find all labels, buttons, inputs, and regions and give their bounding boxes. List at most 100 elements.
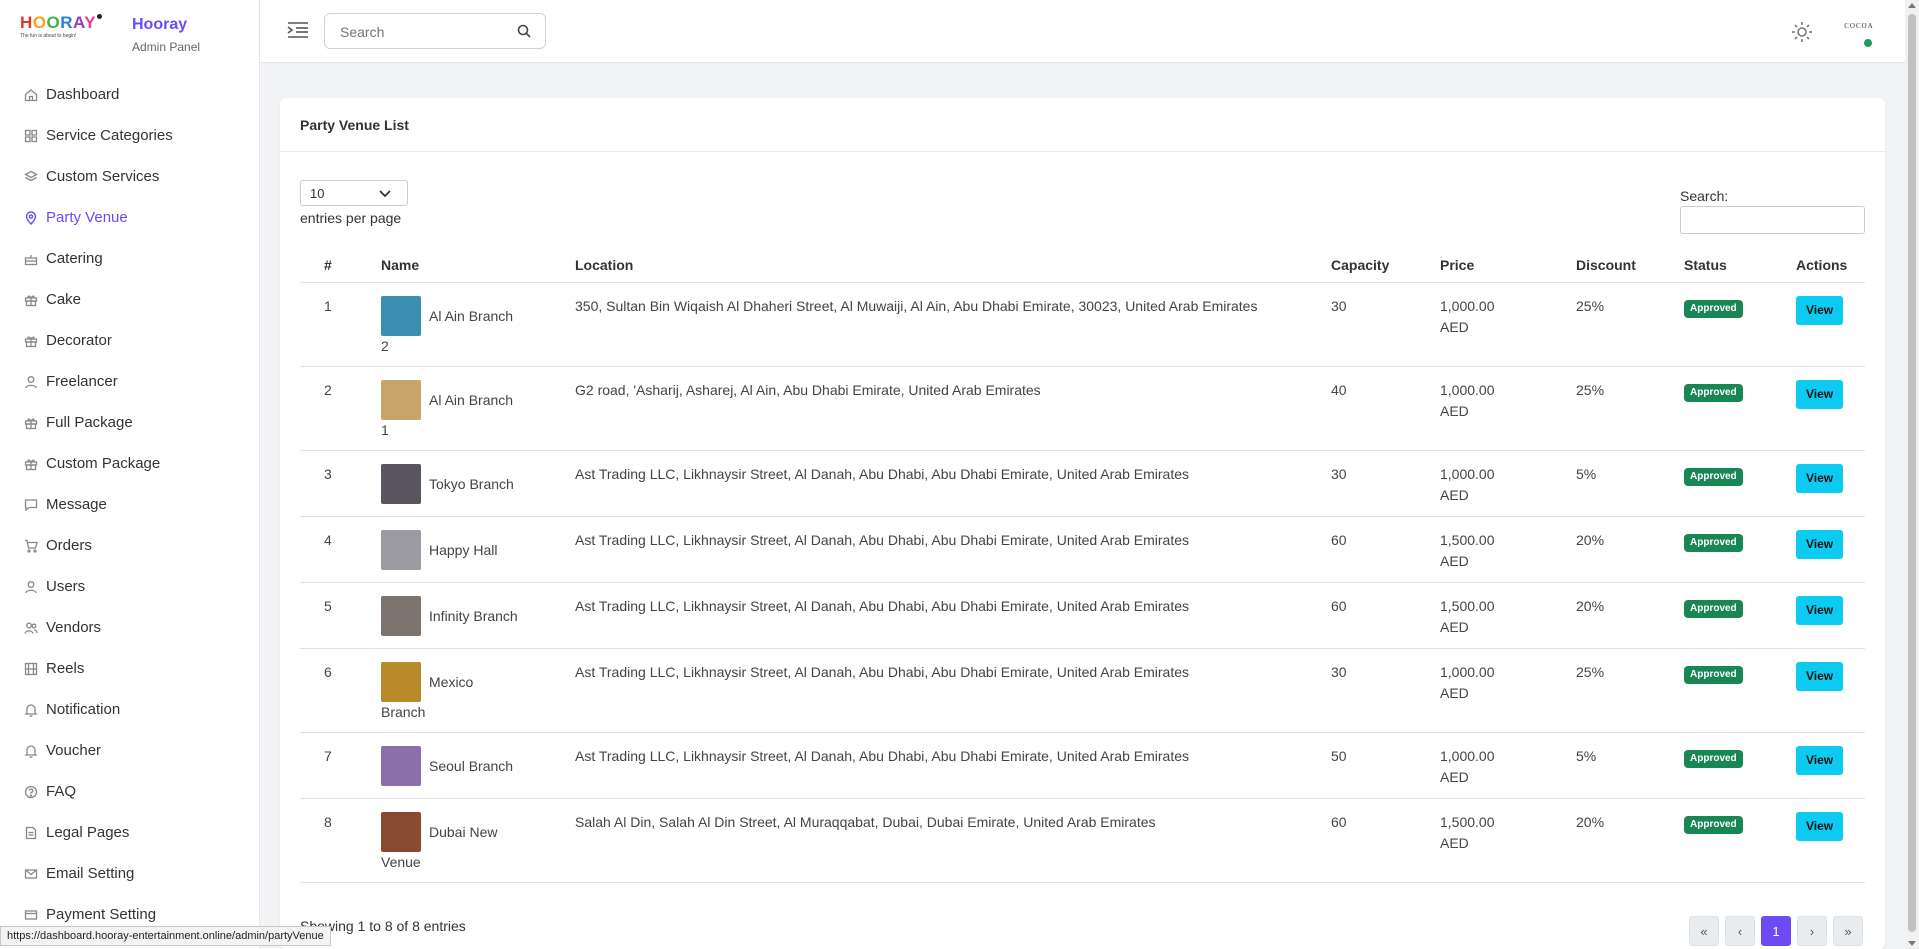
sidebar-item-decorator[interactable]: Decorator — [0, 320, 259, 361]
sidebar-item-faq[interactable]: FAQ — [0, 771, 259, 812]
first-page-button[interactable]: « — [1689, 916, 1719, 946]
table-search-input[interactable] — [1680, 206, 1865, 234]
venue-name: Happy Hall — [429, 541, 498, 558]
sidebar-item-dashboard[interactable]: Dashboard — [0, 74, 259, 115]
venue-thumbnail — [381, 296, 421, 336]
col-header-name[interactable]: Name — [375, 247, 569, 283]
sidebar-item-legal-pages[interactable]: Legal Pages — [0, 812, 259, 853]
sidebar-item-service-categories[interactable]: Service Categories — [0, 115, 259, 156]
brand[interactable]: HOORAY The fun is about to begin! Hooray… — [0, 0, 259, 64]
sidebar-item-custom-services[interactable]: Custom Services — [0, 156, 259, 197]
gift-icon — [24, 416, 38, 430]
film-icon — [24, 662, 38, 676]
sidebar-item-users[interactable]: Users — [0, 566, 259, 607]
header-search — [324, 13, 546, 50]
venue-discount: 25% — [1570, 366, 1678, 451]
sidebar-item-email-setting[interactable]: Email Setting — [0, 853, 259, 894]
brand-name: Hooray — [132, 16, 188, 33]
sidebar-item-freelancer[interactable]: Freelancer — [0, 361, 259, 402]
view-button[interactable]: View — [1796, 746, 1844, 775]
sidebar-item-message[interactable]: Message — [0, 484, 259, 525]
last-page-button[interactable]: » — [1833, 916, 1863, 946]
venue-actions-cell: View — [1790, 450, 1865, 517]
sidebar-item-notification[interactable]: Notification — [0, 689, 259, 730]
venue-location: Salah Al Din, Salah Al Din Street, Al Mu… — [569, 798, 1325, 883]
sidebar-item-custom-package[interactable]: Custom Package — [0, 443, 259, 484]
sidebar-item-label: Notification — [46, 701, 121, 718]
sidebar-item-catering[interactable]: Catering — [0, 238, 259, 279]
sidebar-item-voucher[interactable]: Voucher — [0, 730, 259, 771]
col-header-discount[interactable]: Discount — [1570, 247, 1678, 283]
sidebar-item-cake[interactable]: Cake — [0, 279, 259, 320]
view-button[interactable]: View — [1796, 464, 1844, 493]
avatar[interactable]: COCOA — [1843, 22, 1875, 48]
venue-discount: 25% — [1570, 282, 1678, 367]
venue-name-cell: Dubai New Venue — [375, 798, 569, 883]
sidebar-item-label: Voucher — [46, 742, 102, 759]
sidebar-item-label: Dashboard — [46, 86, 120, 103]
scroll-down-icon[interactable] — [1908, 941, 1916, 946]
venue-location: G2 road, 'Asharij, Asharej, Al Ain, Abu … — [569, 366, 1325, 451]
venue-capacity: 30 — [1325, 648, 1434, 733]
sidebar-item-label: Cake — [46, 291, 82, 308]
search-icon[interactable] — [517, 24, 531, 38]
header-search-input[interactable] — [325, 14, 512, 50]
table-search-label: Search: — [1680, 188, 1729, 204]
venue-price-currency: AED — [1440, 403, 1469, 419]
page-scrollbar[interactable] — [1905, 0, 1919, 949]
venue-capacity: 40 — [1325, 366, 1434, 451]
view-button[interactable]: View — [1796, 380, 1844, 409]
page-1-button[interactable]: 1 — [1761, 916, 1791, 946]
view-button[interactable]: View — [1796, 812, 1844, 841]
venue-name-cell: Seoul Branch — [375, 732, 569, 799]
venue-thumbnail — [381, 596, 421, 636]
scrollbar-thumb[interactable] — [1908, 14, 1916, 932]
venue-name: Seoul Branch — [429, 757, 514, 774]
entries-per-page-label: entries per page — [300, 210, 402, 226]
venue-thumbnail — [381, 662, 421, 702]
sidebar-item-orders[interactable]: Orders — [0, 525, 259, 566]
venue-name: Al Ain Branch — [429, 391, 514, 408]
view-button[interactable]: View — [1796, 296, 1844, 325]
venue-discount: 5% — [1570, 450, 1678, 517]
sidebar-item-label: Decorator — [46, 332, 112, 349]
users-icon — [24, 621, 38, 635]
col-header-price[interactable]: Price — [1434, 247, 1570, 283]
venue-name-cell: Al Ain Branch 1 — [375, 366, 569, 451]
venue-price: 1,000.00 AED — [1434, 648, 1570, 733]
sidebar-item-vendors[interactable]: Vendors — [0, 607, 259, 648]
sun-icon[interactable] — [1791, 21, 1813, 43]
sidebar-item-label: Payment Setting — [46, 906, 157, 923]
col-header-status[interactable]: Status — [1678, 247, 1790, 283]
venue-actions-cell: View — [1790, 516, 1865, 583]
entries-per-page-select[interactable]: 10 — [300, 180, 408, 206]
table-row: 3 Tokyo Branch Ast Trading LLC, Likhnaysir… — [300, 450, 1865, 517]
view-button[interactable]: View — [1796, 596, 1844, 625]
venue-name-cell: Happy Hall — [375, 516, 569, 583]
venue-price: 1,000.00 AED — [1434, 450, 1570, 517]
card-icon — [24, 908, 38, 922]
card-title: Party Venue List — [280, 98, 1885, 152]
bell-icon — [24, 703, 38, 717]
scroll-up-icon[interactable] — [1908, 3, 1916, 8]
venue-price-amount: 1,000.00 — [1440, 298, 1495, 314]
view-button[interactable]: View — [1796, 530, 1844, 559]
gift-icon — [24, 334, 38, 348]
col-header-capacity[interactable]: Capacity — [1325, 247, 1434, 283]
menu-toggle-icon[interactable] — [286, 20, 310, 40]
col-header-location[interactable]: Location — [569, 247, 1325, 283]
file-icon — [24, 826, 38, 840]
sidebar-item-full-package[interactable]: Full Package — [0, 402, 259, 443]
venue-name-cell: Mexico Branch — [375, 648, 569, 733]
venue-capacity: 60 — [1325, 516, 1434, 583]
venue-discount: 20% — [1570, 582, 1678, 649]
col-header-actions[interactable]: Actions — [1790, 247, 1865, 283]
sidebar-item-reels[interactable]: Reels — [0, 648, 259, 689]
status-badge: Approved — [1684, 534, 1743, 552]
prev-page-button[interactable]: ‹ — [1725, 916, 1755, 946]
gift-icon — [24, 293, 38, 307]
view-button[interactable]: View — [1796, 662, 1844, 691]
next-page-button[interactable]: › — [1797, 916, 1827, 946]
col-header-number[interactable]: # — [300, 247, 375, 283]
sidebar-item-party-venue[interactable]: Party Venue — [0, 197, 259, 238]
